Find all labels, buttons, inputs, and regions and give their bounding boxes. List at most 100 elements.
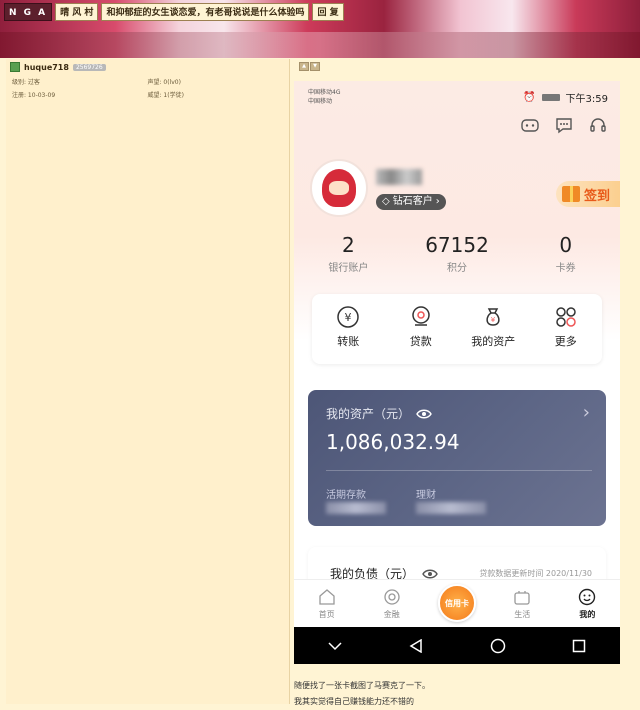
stat-accounts[interactable]: 2 银行账户 (294, 233, 403, 274)
back-icon[interactable] (404, 634, 428, 658)
post-line: 我其实觉得自己赚钱能力还不错的 (294, 697, 414, 706)
asset-title: 我的资产（元） (326, 405, 432, 422)
phone-status-bar: 中国移动4G 中国移动 ⏰ 下午3:59 (308, 88, 608, 106)
svg-text:¥: ¥ (491, 316, 496, 324)
quick-action-loan[interactable]: 贷款 (385, 294, 458, 364)
android-nav-bar (294, 627, 620, 664)
eye-icon[interactable] (422, 569, 438, 579)
collapse-button[interactable]: ▲ (299, 62, 309, 71)
robot-icon[interactable] (520, 115, 540, 135)
tab-mine[interactable]: 我的 (555, 580, 620, 628)
nga-logo-button[interactable]: N G A (4, 3, 53, 21)
carrier-info: 中国移动4G 中国移动 (308, 88, 340, 106)
quick-action-assets[interactable]: ¥ 我的资产 (457, 294, 530, 364)
eye-icon[interactable] (416, 409, 432, 419)
post-body: 随便找了一张卡截图了马赛克了一下。 我其实觉得自己赚钱能力还不错的 (294, 678, 430, 710)
account-stats: 2 银行账户 67152 积分 0 卡券 (294, 233, 620, 274)
forum-banner: N G A 晴 风 村 和抑郁症的女生谈恋爱，有老哥说说是什么体验吗 回 复 (0, 0, 640, 58)
home-icon (318, 589, 335, 605)
reputation-stat: 声望: 0(lv0) (147, 79, 181, 86)
blurred-wealth-value (416, 502, 486, 514)
loan-icon (412, 306, 430, 326)
asset-card[interactable]: 我的资产（元） › 1,086,032.94 活期存款 理财 (308, 390, 606, 526)
stat-value: 67152 (425, 233, 489, 257)
tier-label: 钻石客户 (392, 196, 433, 207)
diamond-icon: ◇ (382, 196, 390, 207)
expand-button[interactable]: ▼ (310, 62, 320, 71)
post-toolbar: ▲ ▼ (299, 62, 320, 71)
thread-title-link[interactable]: 和抑郁症的女生谈恋爱，有老哥说说是什么体验吗 (101, 3, 310, 21)
blurred-username (376, 169, 422, 185)
chevron-down-icon[interactable] (323, 634, 347, 658)
reply-button[interactable]: 回 复 (312, 3, 344, 21)
tab-finance[interactable]: 金融 (359, 580, 424, 628)
stat-points[interactable]: 67152 积分 (403, 233, 512, 274)
asset-title-text: 我的资产（元） (326, 407, 411, 421)
chevron-right-icon: › (435, 196, 440, 207)
forum-link[interactable]: 晴 风 村 (55, 3, 99, 21)
headset-icon[interactable] (588, 115, 608, 135)
stat-value: 0 (559, 233, 573, 257)
quick-action-label: 转账 (337, 335, 360, 348)
post-line: 随便找了一张卡截图了马赛克了一下。 (294, 681, 430, 690)
money-bag-icon: ¥ (486, 308, 500, 326)
avatar[interactable] (310, 159, 368, 217)
mascot-avatar-icon (322, 169, 356, 207)
recents-icon[interactable] (567, 634, 591, 658)
tab-label: 首页 (318, 610, 335, 619)
header-icons (520, 115, 608, 135)
status-right: ⏰ 下午3:59 (523, 90, 608, 105)
asset-divider (326, 470, 592, 471)
signin-button[interactable]: 签到 (556, 181, 620, 207)
signin-label: 签到 (584, 188, 611, 204)
quick-action-label: 贷款 (409, 335, 432, 348)
stat-label: 卡券 (555, 263, 576, 274)
home-circle-icon[interactable] (486, 634, 510, 658)
tab-label: 我的 (579, 610, 596, 619)
gift-icon (562, 186, 580, 202)
message-icon[interactable] (554, 115, 574, 135)
stat-label: 银行账户 (328, 263, 369, 274)
blurred-deposit-value (326, 502, 386, 514)
bottom-tab-bar: 首页 金融 信用卡 生活 我的 (294, 579, 620, 628)
quick-action-more[interactable]: 更多 (530, 294, 603, 364)
quick-actions: ¥ 转账 贷款 ¥ 我的资产 更多 (312, 294, 602, 364)
tab-life[interactable]: 生活 (490, 580, 555, 628)
chevron-right-icon[interactable]: › (583, 402, 590, 423)
carrier-line1: 中国移动4G (308, 89, 341, 96)
prestige-stat: 威望: 1(学徒) (147, 92, 184, 99)
smiley-icon (579, 588, 596, 606)
finance-icon (384, 589, 400, 605)
quick-action-label: 我的资产 (471, 335, 516, 348)
tier-badge[interactable]: ◇ 钻石客户 › (376, 194, 446, 210)
credit-card-icon: 信用卡 (438, 584, 476, 622)
stat-value: 2 (341, 233, 355, 257)
user-info-panel: huque718 2569726 级别: 过客 声望: 0(lv0) 注册: 1… (6, 59, 290, 704)
alarm-icon: ⏰ (523, 92, 536, 103)
user-status-icon (10, 62, 20, 72)
level-stat: 级别: 过客 (12, 79, 40, 86)
quick-action-label: 更多 (554, 335, 577, 348)
banner-stripe (0, 32, 640, 58)
register-stat: 注册: 10-03-09 (12, 92, 56, 99)
tab-label: 金融 (383, 610, 400, 619)
top-nav: N G A 晴 风 村 和抑郁症的女生谈恋爱，有老哥说说是什么体验吗 回 复 (4, 3, 344, 21)
transfer-icon: ¥ (337, 306, 359, 328)
stat-coupons[interactable]: 0 卡券 (511, 233, 620, 274)
debt-update-note: 贷款数据更新时间 2020/11/30 (479, 569, 592, 578)
quick-action-transfer[interactable]: ¥ 转账 (312, 294, 385, 364)
wealth-label: 理财 (416, 490, 436, 501)
clock-text: 下午3:59 (565, 94, 608, 105)
tab-home[interactable]: 首页 (294, 580, 359, 628)
stat-label: 积分 (447, 263, 467, 274)
demand-deposit-label: 活期存款 (326, 490, 366, 501)
battery-icon (541, 94, 560, 101)
user-row: huque718 2569726 (6, 59, 289, 75)
uid-badge: 2569726 (72, 63, 106, 71)
asset-total: 1,086,032.94 (326, 430, 460, 454)
tab-credit-card[interactable]: 信用卡 (424, 580, 489, 628)
phone-screenshot: 中国移动4G 中国移动 ⏰ 下午3:59 ◇ 钻石客户 › 签到 2 银行账户 … (294, 81, 620, 664)
tab-label: 生活 (514, 610, 531, 619)
post-content: ▲ ▼ 中国移动4G 中国移动 ⏰ 下午3:59 ◇ 钻石客户 › 签到 2 银… (290, 59, 634, 706)
username-link[interactable]: huque718 (24, 63, 69, 72)
